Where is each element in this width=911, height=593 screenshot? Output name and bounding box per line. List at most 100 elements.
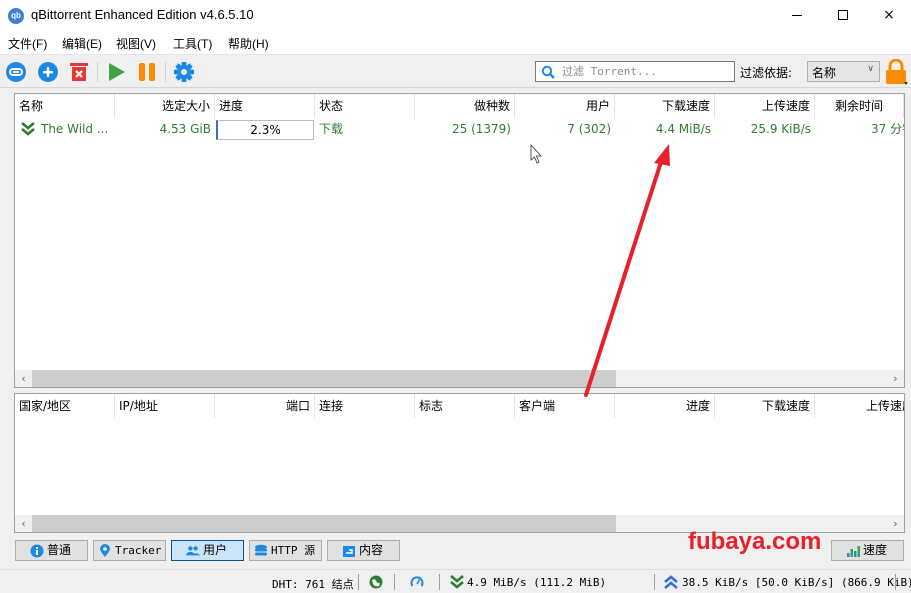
app-logo-icon: qb (8, 8, 24, 24)
settings-icon[interactable] (173, 61, 195, 83)
peer-list-header: 国家/地区 IP/地址 端口 连接 标志 客户端 进度 下载速度 上传速度 (15, 394, 904, 418)
scroll-right-icon[interactable]: › (887, 515, 904, 532)
column-header-peer-progress[interactable]: 进度 (615, 394, 715, 418)
close-button[interactable]: × (866, 0, 911, 30)
column-header-down-speed[interactable]: 下载速度 (615, 94, 715, 118)
toolbar: 过滤依据: 名称 ∨ (0, 54, 911, 88)
upload-speed-status: 38.5 KiB/s [50.0 KiB/s] (866.9 KiB) (682, 576, 911, 589)
column-header-size[interactable]: 选定大小 (115, 94, 215, 118)
status-separator (439, 574, 440, 590)
menu-help[interactable]: 帮助(H) (228, 35, 269, 52)
column-header-status[interactable]: 状态 (315, 94, 415, 118)
toolbar-separator (165, 62, 166, 82)
title-bar: qb qBittorrent Enhanced Edition v4.6.5.1… (0, 0, 911, 32)
downloading-icon (21, 122, 35, 136)
resume-icon[interactable] (105, 61, 127, 83)
torrent-list: 名称 选定大小 进度 状态 做种数 用户 下载速度 上传速度 剩余时间 The … (14, 93, 905, 388)
dht-status: DHT: 761 结点 (272, 578, 354, 591)
minimize-button[interactable] (774, 0, 820, 30)
column-header-connection[interactable]: 连接 (315, 394, 415, 418)
column-header-peer-up-speed[interactable]: 上传速度 (815, 394, 904, 418)
torrent-progress-bar: 2.3% (216, 120, 314, 140)
scroll-left-icon[interactable]: ‹ (15, 370, 32, 387)
status-bar: DHT: 761 结点 4.9 MiB/s (111.2 MiB) 38.5 K… (0, 569, 911, 593)
status-separator (394, 574, 395, 590)
delete-icon[interactable] (68, 61, 90, 83)
torrent-size: 4.53 GiB (159, 122, 211, 136)
search-icon (541, 65, 555, 79)
add-link-icon[interactable] (5, 61, 27, 83)
filter-by-label: 过滤依据: (740, 66, 793, 80)
pause-icon[interactable] (136, 61, 158, 83)
column-header-flags[interactable]: 标志 (415, 394, 515, 418)
close-icon: × (883, 7, 895, 23)
tab-peers[interactable]: 用户 (171, 540, 244, 561)
torrent-up-speed: 25.9 KiB/s (750, 122, 811, 136)
column-header-peer-down-speed[interactable]: 下载速度 (715, 394, 815, 418)
speed-button-label: 速度 (863, 543, 888, 557)
menu-file[interactable]: 文件(F) (8, 35, 47, 52)
scroll-right-icon[interactable]: › (887, 370, 904, 387)
upload-speed-icon (664, 575, 678, 589)
database-icon (255, 544, 267, 555)
column-header-seeds[interactable]: 做种数 (415, 94, 515, 118)
peer-list: ∨ 国家/地区 IP/地址 端口 连接 标志 客户端 进度 下载速度 上传速度 … (14, 393, 905, 533)
chevron-down-icon: ∨ (867, 64, 874, 74)
tab-general[interactable]: 普通 (15, 540, 88, 561)
torrent-status: 下载 (319, 122, 344, 136)
tab-content[interactable]: 内容 (327, 540, 400, 561)
torrent-row[interactable]: The Wild ... 4.53 GiB 2.3% 下载 25 (1379) … (15, 118, 904, 140)
scrollbar-thumb[interactable] (32, 515, 616, 532)
connection-status-icon[interactable] (369, 575, 383, 589)
column-header-progress[interactable]: 进度 (215, 94, 315, 118)
watermark-text: fubaya.com (688, 528, 822, 555)
tab-peers-label: 用户 (203, 543, 228, 557)
tab-http-sources[interactable]: HTTP 源 (249, 540, 322, 561)
maximize-icon (838, 10, 848, 20)
maximize-button[interactable] (820, 0, 866, 30)
torrent-list-header: 名称 选定大小 进度 状态 做种数 用户 下载速度 上传速度 剩余时间 (15, 94, 904, 118)
folder-icon (343, 545, 355, 557)
menu-view[interactable]: 视图(V) (116, 35, 156, 52)
torrent-filter-input[interactable] (562, 63, 730, 80)
menu-edit[interactable]: 编辑(E) (62, 35, 102, 52)
torrent-list-hscrollbar[interactable]: ‹ › (15, 370, 904, 387)
filter-by-select[interactable]: 名称 ∨ (807, 61, 880, 82)
torrent-seeds: 25 (1379) (452, 122, 511, 136)
column-header-country[interactable]: 国家/地区 (15, 394, 115, 418)
bar-chart-icon (847, 545, 860, 557)
torrent-progress-text: 2.3% (250, 123, 281, 137)
lock-icon[interactable] (884, 59, 908, 85)
speed-limit-icon[interactable] (410, 575, 424, 589)
torrent-filter-box[interactable] (535, 61, 735, 82)
window-title: qBittorrent Enhanced Edition v4.6.5.10 (31, 7, 254, 22)
column-header-name[interactable]: 名称 (15, 94, 115, 118)
torrent-peers: 7 (302) (567, 122, 611, 136)
column-header-ip[interactable]: IP/地址 (115, 394, 215, 418)
minimize-icon (792, 14, 802, 16)
torrent-name: The Wild ... (41, 122, 109, 136)
status-separator (654, 574, 655, 590)
tab-content-label: 内容 (359, 543, 384, 557)
column-header-eta[interactable]: 剩余时间 (815, 94, 904, 118)
filter-by-value: 名称 (812, 66, 837, 80)
scrollbar-thumb[interactable] (32, 370, 616, 387)
toolbar-separator (97, 62, 98, 82)
users-icon (186, 545, 200, 555)
column-header-up-speed[interactable]: 上传速度 (715, 94, 815, 118)
column-header-port[interactable]: 端口 (215, 394, 315, 418)
torrent-down-speed: 4.4 MiB/s (655, 122, 711, 136)
scroll-left-icon[interactable]: ‹ (15, 515, 32, 532)
menu-tools[interactable]: 工具(T) (173, 35, 212, 52)
tab-tracker-label: Tracker (115, 544, 162, 557)
tab-http-sources-label: HTTP 源 (271, 544, 316, 557)
column-header-client[interactable]: 客户端 (515, 394, 615, 418)
speed-button[interactable]: 速度 (831, 540, 904, 561)
download-speed-status: 4.9 MiB/s (111.2 MiB) (467, 576, 607, 589)
status-separator (895, 574, 896, 590)
status-separator (358, 574, 359, 590)
tab-tracker[interactable]: Tracker (93, 540, 166, 561)
column-header-peers[interactable]: 用户 (515, 94, 615, 118)
add-torrent-icon[interactable] (37, 61, 59, 83)
location-pin-icon (100, 543, 110, 557)
